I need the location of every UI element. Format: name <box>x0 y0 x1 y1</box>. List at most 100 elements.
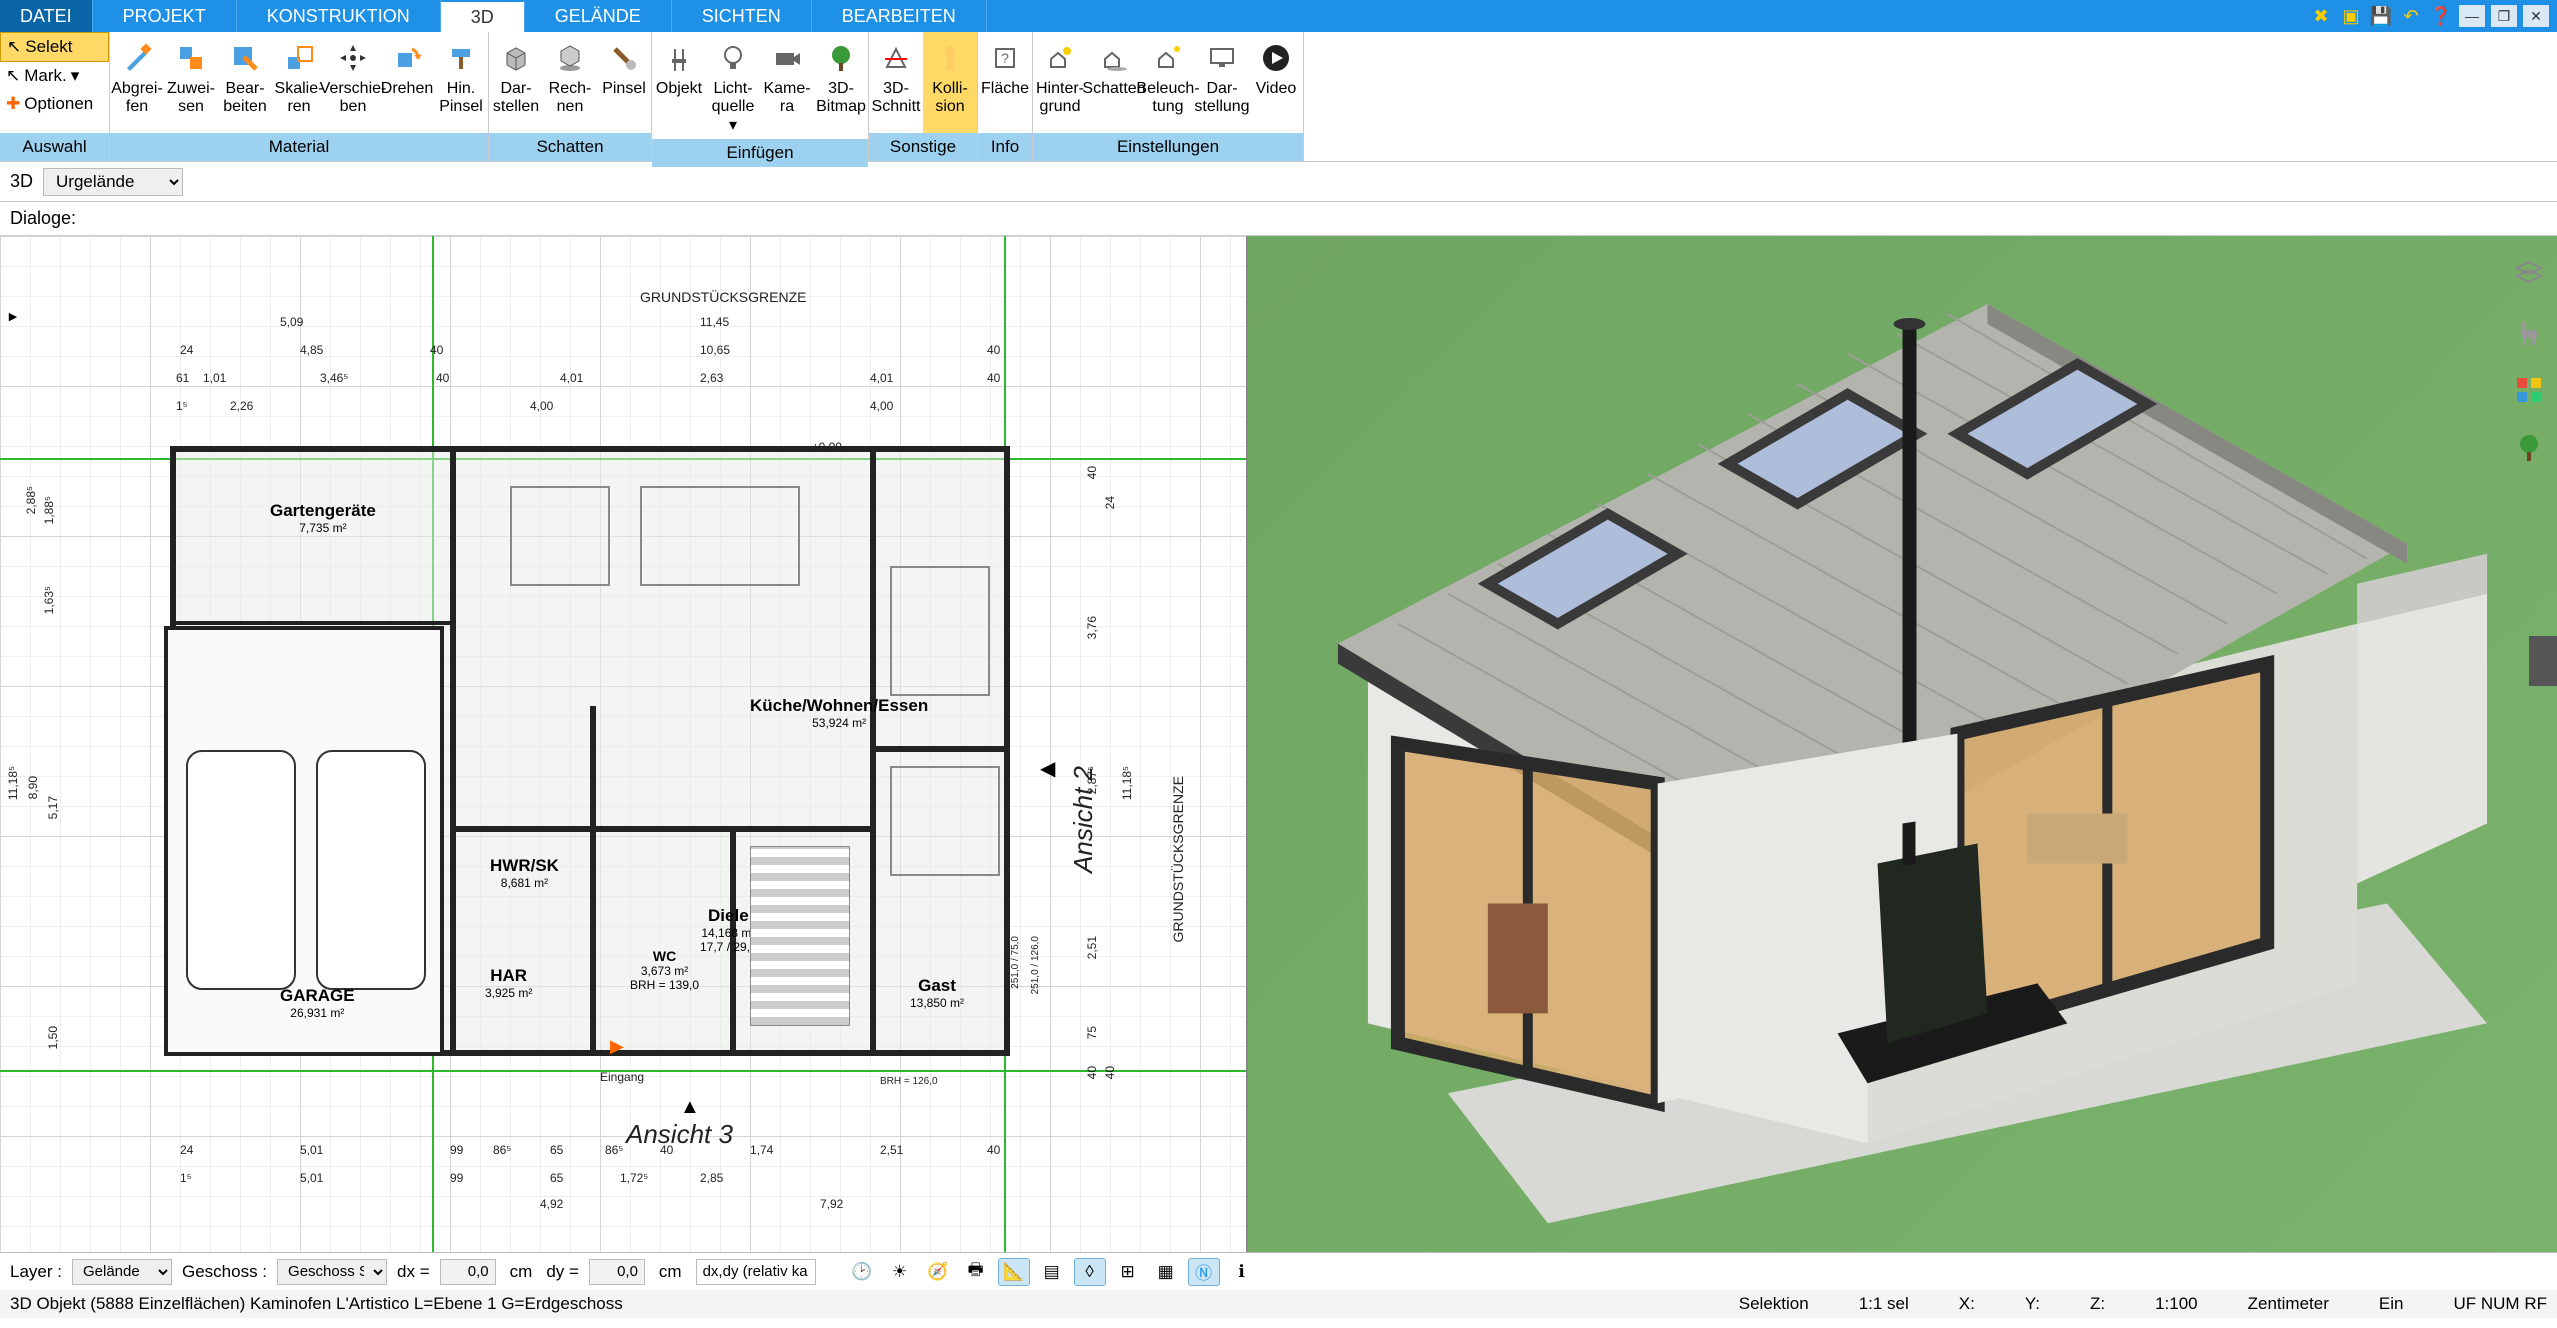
status-num: NUM <box>2481 1294 2520 1313</box>
car-outline <box>316 750 426 990</box>
objekt-button[interactable]: Objekt <box>652 32 706 139</box>
room-hwr: HWR/SK8,681 m² <box>490 856 559 890</box>
abgreifen-button[interactable]: Abgrei-fen <box>110 32 164 133</box>
print-icon[interactable]: 🖶 <box>960 1258 992 1286</box>
btn-label: Drehen <box>381 80 433 98</box>
menu-sichten[interactable]: SICHTEN <box>672 0 812 32</box>
menu-gelaende[interactable]: GELÄNDE <box>525 0 672 32</box>
skalieren-button[interactable]: Skalie-ren <box>272 32 326 133</box>
dx-input[interactable] <box>440 1259 496 1285</box>
btn-label: Kame-ra <box>763 80 810 117</box>
dim: 40 <box>430 343 443 357</box>
clock-icon[interactable]: 🕑 <box>846 1258 878 1286</box>
menu-bearbeiten[interactable]: BEARBEITEN <box>812 0 987 32</box>
dim: 8,90 <box>26 776 40 799</box>
lichtquelle-button[interactable]: Licht-quelle ▾ <box>706 32 760 139</box>
kamera-button[interactable]: Kame-ra <box>760 32 814 139</box>
3d-viewport[interactable] <box>1248 236 2557 1252</box>
btn-label: Fläche <box>981 80 1029 98</box>
selekt-button[interactable]: ↖ Selekt <box>0 32 109 62</box>
drehen-button[interactable]: Drehen <box>380 32 434 133</box>
sun-icon[interactable]: ☀ <box>884 1258 916 1286</box>
cursor-icon: ↖ <box>6 66 20 86</box>
rechnen-button[interactable]: Rech-nen <box>543 32 597 133</box>
menu-konstruktion[interactable]: KONSTRUKTION <box>237 0 441 32</box>
gelaende-select[interactable]: Urgelände <box>43 168 183 196</box>
darstellung-button[interactable]: Dar-stellung <box>1195 32 1249 133</box>
darstellen-button[interactable]: Dar-stellen <box>489 32 543 133</box>
room-diele: Diele14,168 m²17,7 / 29,7 <box>700 906 757 954</box>
house-shadow-icon <box>1096 40 1132 76</box>
grid-icon[interactable]: ⊞ <box>1112 1258 1144 1286</box>
save-icon[interactable]: 💾 <box>2369 4 2393 28</box>
minimize-button[interactable]: — <box>2459 5 2485 27</box>
kollision-button[interactable]: Kolli-sion <box>923 32 977 133</box>
info-icon[interactable]: ℹ <box>1226 1258 1258 1286</box>
mark-button[interactable]: ↖ Mark. ▾ <box>0 62 109 90</box>
help-icon[interactable]: ❓ <box>2429 4 2453 28</box>
beleuchtung-button[interactable]: Beleuch-tung <box>1141 32 1195 133</box>
dim: 86⁵ <box>605 1143 623 1157</box>
verschieben-button[interactable]: Verschie-ben <box>326 32 380 133</box>
dim: 2,63 <box>700 371 723 385</box>
status-scale: 1:100 <box>2155 1294 2198 1314</box>
2d-plan-viewport[interactable]: ▶ GRUNDSTÜCKSGRENZE GRUNDSTÜCKSGRENZE An… <box>0 236 1248 1252</box>
expand-left-panel[interactable]: ▶ <box>6 296 20 336</box>
3dschnitt-button[interactable]: 3D-Schnitt <box>869 32 923 133</box>
dim: 40 <box>987 1143 1000 1157</box>
dim: 4,85 <box>300 343 323 357</box>
undo-icon[interactable]: ↶ <box>2399 4 2423 28</box>
view-arrow-up: ▲ <box>680 1096 700 1119</box>
dim: 1⁵ <box>176 399 188 413</box>
pinsel-button[interactable]: Pinsel <box>597 32 651 133</box>
flaeche-button[interactable]: ?Fläche <box>978 32 1032 133</box>
layer-select[interactable]: Gelände <box>72 1259 172 1285</box>
menu-projekt[interactable]: PROJEKT <box>93 0 237 32</box>
dim: 1,63⁵ <box>42 586 56 614</box>
btn-label: Objekt <box>656 80 702 98</box>
optionen-button[interactable]: ✚ Optionen <box>0 90 109 118</box>
hinpinsel-button[interactable]: Hin.Pinsel <box>434 32 488 133</box>
window-icon[interactable]: ▣ <box>2339 4 2363 28</box>
geschoss-select[interactable]: Geschoss S <box>277 1259 387 1285</box>
schatten-button[interactable]: Schatten <box>1087 32 1141 133</box>
dim: 11,45 <box>700 315 729 329</box>
menu-datei[interactable]: DATEI <box>0 0 93 32</box>
ruler-icon[interactable]: 📐 <box>998 1258 1030 1286</box>
compass-icon[interactable]: 🧭 <box>922 1258 954 1286</box>
3dbitmap-button[interactable]: 3D-Bitmap <box>814 32 868 139</box>
btn-label: Video <box>1256 80 1297 98</box>
tree-icon[interactable] <box>2509 428 2549 468</box>
bearbeiten-button[interactable]: Bear-beiten <box>218 32 272 133</box>
building-outline: Gartengeräte7,735 m² GARAGE26,931 m² HAR… <box>170 446 1010 1056</box>
dim: 65 <box>550 1171 563 1185</box>
dy-input[interactable] <box>589 1259 645 1285</box>
btn-label: Dar-stellen <box>493 80 539 117</box>
menu-bar: DATEI PROJEKT KONSTRUKTION 3D GELÄNDE SI… <box>0 0 2557 32</box>
dim: 4,92 <box>540 1197 563 1211</box>
mode-label: 3D <box>10 171 33 192</box>
room-kueche: Küche/Wohnen/Essen53,924 m² <box>750 696 928 730</box>
rel-input[interactable] <box>696 1259 816 1285</box>
zuweisen-button[interactable]: Zuwei-sen <box>164 32 218 133</box>
restore-button[interactable]: ❐ <box>2491 5 2517 27</box>
north-icon[interactable]: Ⓝ <box>1188 1258 1220 1286</box>
chair-icon[interactable] <box>2509 312 2549 352</box>
plane-icon[interactable]: ◊ <box>1074 1258 1106 1286</box>
dim: 24 <box>180 343 193 357</box>
sub-toolbar: 3D Urgelände <box>0 162 2557 202</box>
palette-icon[interactable] <box>2509 370 2549 410</box>
hintergrund-button[interactable]: Hinter-grund <box>1033 32 1087 133</box>
expand-right-panel[interactable] <box>2529 636 2557 686</box>
tool-icon[interactable]: ✖ <box>2309 4 2333 28</box>
grid2-icon[interactable]: ▦ <box>1150 1258 1182 1286</box>
video-button[interactable]: Video <box>1249 32 1303 133</box>
status-unit: Zentimeter <box>2248 1294 2329 1314</box>
btn-label: Dar-stellung <box>1194 80 1249 117</box>
layers-icon[interactable] <box>2509 254 2549 294</box>
title-icons: ✖ ▣ 💾 ↶ ❓ — ❐ ✕ <box>2309 0 2557 32</box>
layers2-icon[interactable]: ▤ <box>1036 1258 1068 1286</box>
close-button[interactable]: ✕ <box>2523 5 2549 27</box>
rotate-icon <box>389 40 425 76</box>
menu-3d[interactable]: 3D <box>441 0 525 32</box>
